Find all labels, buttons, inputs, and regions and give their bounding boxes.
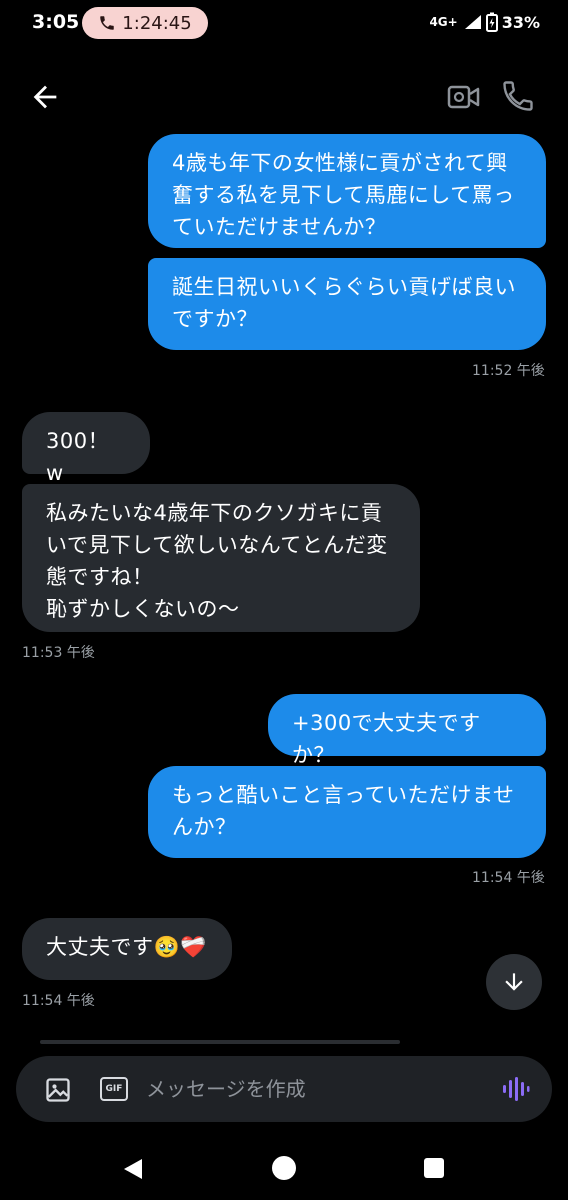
phone-call-icon [100, 16, 115, 30]
message-timestamp: 11:53 午後 [22, 645, 95, 661]
message-bubble-incoming[interactable]: 300！w [22, 412, 150, 485]
call-timer: 1:24:45 [122, 12, 192, 34]
message-composer: GIF [16, 1056, 552, 1122]
partial-message-edge [40, 1040, 400, 1044]
status-indicators: 4G+ 33% [429, 12, 540, 32]
nav-home-icon[interactable] [272, 1156, 296, 1180]
signal-icon [464, 15, 481, 29]
message-bubble-outgoing[interactable]: 誕生日祝いいくらぐらい貢げば良い ですか？ [148, 258, 546, 350]
message-bubble-outgoing[interactable]: +300で大丈夫ですか？ [268, 694, 546, 767]
message-bubble-incoming[interactable]: 私みたいな4歳年下のクソガキに貢 いで見下して欲しいなんてとんだ変 態ですね！ … [22, 484, 420, 632]
status-bar: 3:05 1:24:45 4G+ 33% [0, 0, 568, 48]
status-time: 3:05 [32, 11, 80, 33]
gif-button[interactable]: GIF [100, 1077, 128, 1101]
message-timestamp: 11:54 午後 [472, 870, 545, 886]
message-input[interactable] [146, 1074, 486, 1104]
message-bubble-incoming[interactable]: 大丈夫です🥹❤️‍🩹 [22, 918, 232, 980]
network-type: 4G+ [429, 15, 458, 29]
scroll-to-bottom-button[interactable] [486, 954, 542, 1010]
gif-label: GIF [105, 1084, 123, 1094]
chat-header [0, 66, 568, 126]
message-bubble-outgoing[interactable]: 4歳も年下の女性様に貢がされて興 奮する私を見下して馬鹿にして罵っ ていただけま… [148, 134, 546, 248]
message-timestamp: 11:52 午後 [472, 363, 545, 379]
arrow-down-icon [505, 973, 523, 991]
voice-message-icon[interactable] [500, 1074, 530, 1104]
nav-recents-icon[interactable] [424, 1158, 444, 1178]
voice-call-icon[interactable] [500, 78, 536, 114]
message-bubble-outgoing[interactable]: もっと酷いこと言っていただけませ んか？ [148, 766, 546, 858]
image-icon[interactable] [44, 1076, 72, 1104]
nav-back-icon[interactable] [120, 1156, 146, 1182]
system-nav-bar [0, 1140, 568, 1200]
battery-percent: 33% [501, 12, 540, 32]
ongoing-call-pill[interactable]: 1:24:45 [82, 7, 208, 39]
battery-icon [485, 12, 498, 32]
message-timestamp: 11:54 午後 [22, 993, 95, 1009]
video-call-icon[interactable] [446, 80, 482, 114]
back-arrow-icon[interactable] [28, 80, 62, 114]
